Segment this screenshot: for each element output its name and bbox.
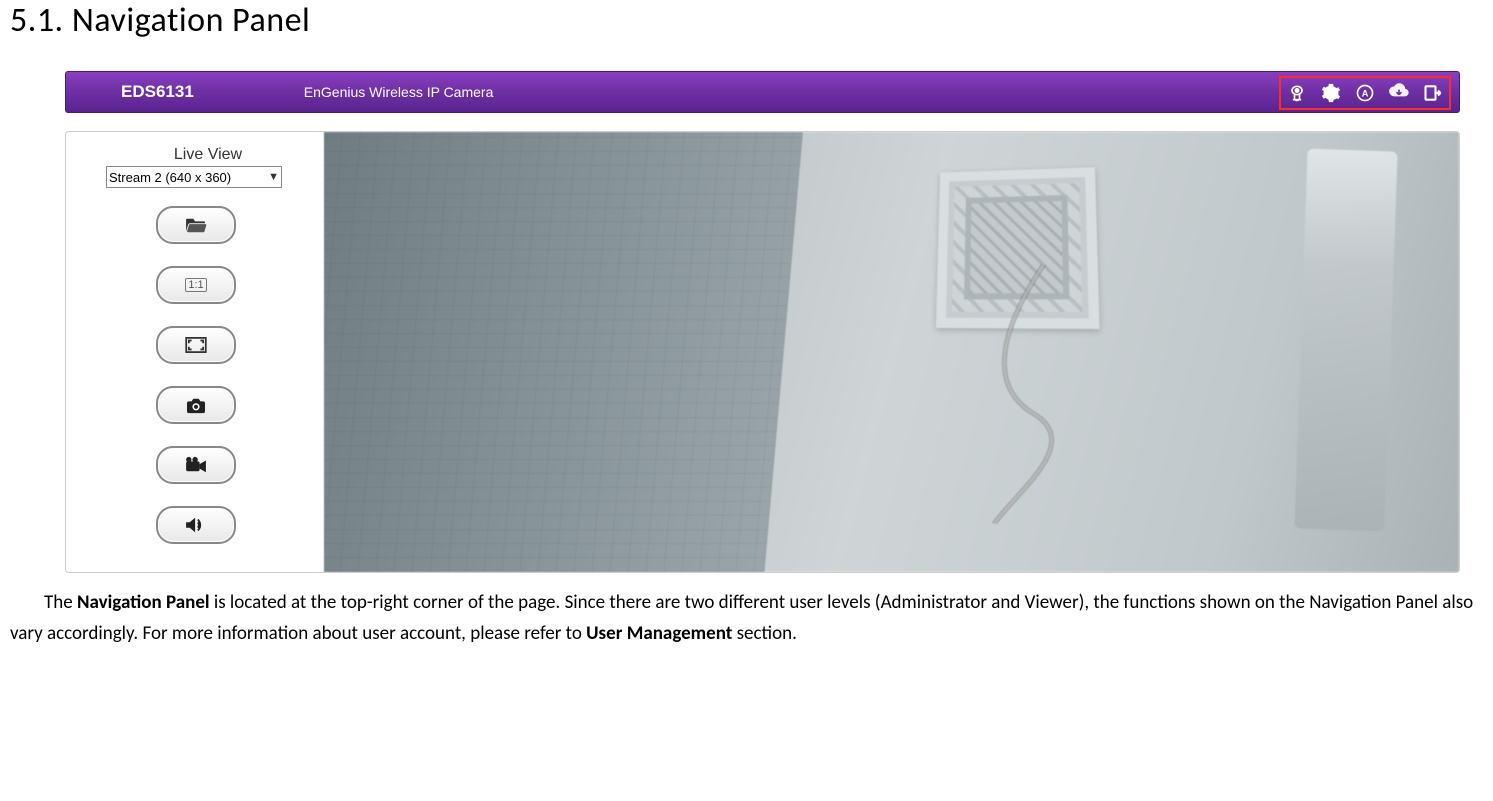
body-paragraph: The Navigation Panel is located at the t…	[10, 587, 1479, 650]
record-button[interactable]	[156, 446, 236, 484]
screenshot-figure: EDS6131 EnGenius Wireless IP Camera	[65, 71, 1460, 573]
snapshot-button[interactable]	[156, 386, 236, 424]
fullscreen-button[interactable]	[156, 326, 236, 364]
svg-text:A: A	[1362, 88, 1369, 98]
chevron-down-icon: ▼	[268, 171, 279, 183]
section-heading: 5.1. Navigation Panel	[10, 0, 1483, 41]
download-icon[interactable]	[1389, 83, 1409, 103]
admin-icon[interactable]: A	[1355, 83, 1375, 103]
stream-select[interactable]: Stream 2 (640 x 360) ▼	[106, 166, 282, 188]
live-view-panel: Live View Stream 2 (640 x 360) ▼ 1:1	[66, 132, 324, 572]
actual-size-button[interactable]: 1:1	[156, 266, 236, 304]
gear-icon[interactable]	[1321, 83, 1341, 103]
logout-icon[interactable]	[1423, 83, 1443, 103]
device-model: EDS6131	[121, 82, 194, 102]
stream-select-value: Stream 2 (640 x 360)	[109, 170, 231, 185]
video-feed	[324, 132, 1459, 572]
audio-button[interactable]	[156, 506, 236, 544]
nav-panel-highlight: A	[1279, 76, 1451, 110]
live-view-label: Live View	[128, 146, 288, 164]
camera-icon[interactable]	[1287, 83, 1307, 103]
folder-open-button[interactable]	[156, 206, 236, 244]
device-description: EnGenius Wireless IP Camera	[304, 84, 494, 100]
actual-size-label: 1:1	[185, 278, 206, 292]
nav-bar: EDS6131 EnGenius Wireless IP Camera	[65, 71, 1460, 113]
camera-ui-body: Live View Stream 2 (640 x 360) ▼ 1:1	[65, 131, 1460, 573]
